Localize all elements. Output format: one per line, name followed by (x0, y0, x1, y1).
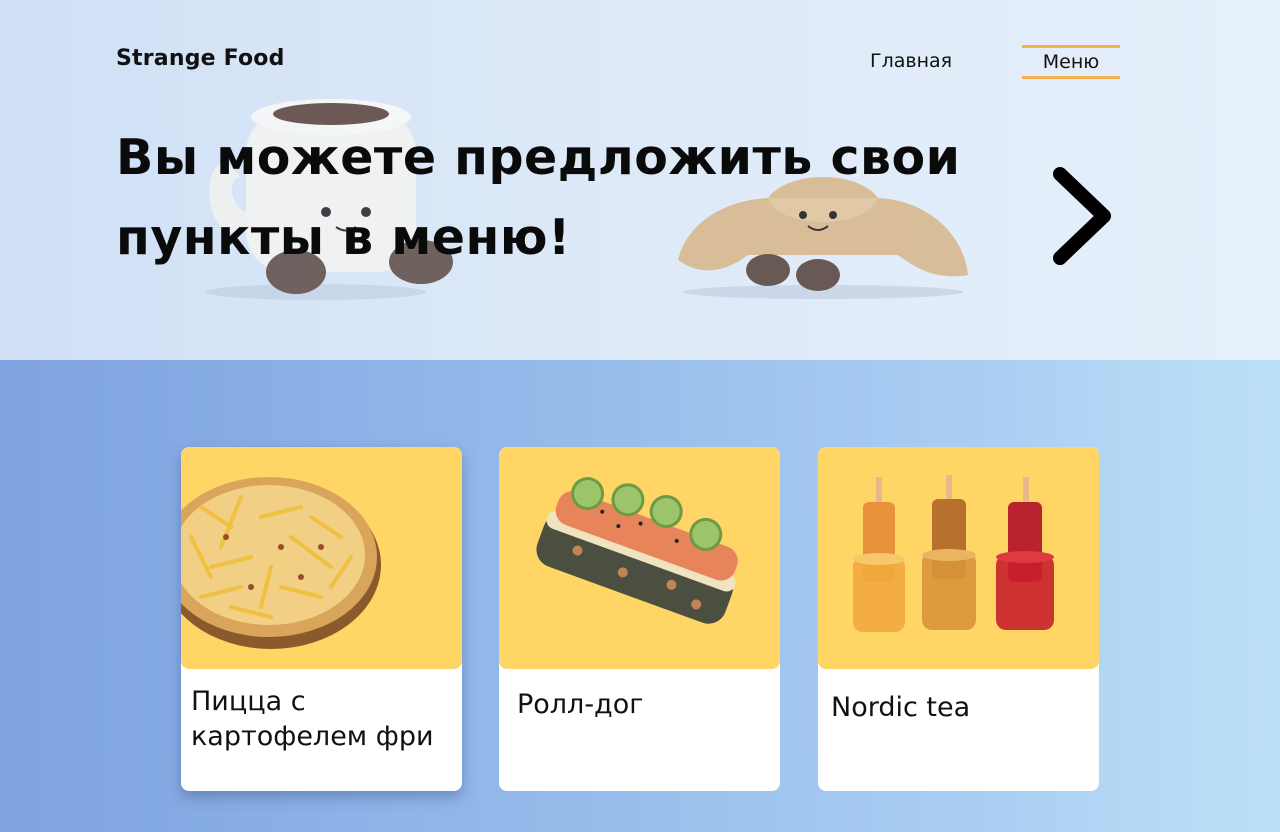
menu-section: Пицца с картофелем фри Ролл-дог Nordic t… (0, 360, 1280, 832)
brand-logo[interactable]: Strange Food (116, 46, 285, 71)
nav-link-menu[interactable]: Меню (1022, 45, 1120, 79)
pizza-with-fries-image (181, 447, 462, 669)
nordic-tea-image (818, 447, 1099, 669)
menu-card-title: Nordic tea (831, 692, 971, 723)
hero-headline-line2: пункты в меню! (116, 209, 571, 266)
menu-card-title: Пицца с картофелем фри (191, 686, 434, 752)
nav-link-home[interactable]: Главная (870, 50, 952, 72)
menu-card-pizza[interactable]: Пицца с картофелем фри (181, 447, 462, 791)
hero-headline: Вы можете предложить свои пункты в меню! (116, 118, 976, 278)
menu-card-title: Ролл-дог (517, 689, 644, 720)
roll-dog-image (499, 447, 780, 669)
hero-headline-line1: Вы можете предложить свои (116, 129, 961, 186)
menu-card-roll-dog[interactable]: Ролл-дог (499, 447, 780, 791)
hero-banner: Strange Food Главная Меню Вы можете пред… (0, 0, 1280, 360)
nav-link-menu-label: Меню (1042, 51, 1100, 73)
menu-card-nordic-tea[interactable]: Nordic tea (818, 447, 1099, 791)
chevron-right-icon[interactable] (1046, 164, 1116, 268)
